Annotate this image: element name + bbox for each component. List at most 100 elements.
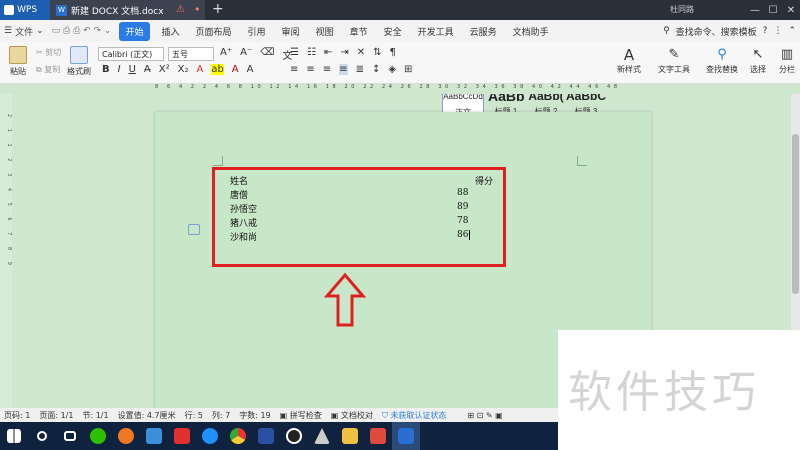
clear-format-icon[interactable]: ⌫ [260, 47, 274, 62]
maximize-icon[interactable]: ☐ [764, 5, 782, 16]
columns-label: 分栏 [779, 65, 795, 74]
tab-cloud[interactable]: 云服务 [462, 25, 505, 38]
borders-icon[interactable]: ⊞ [404, 64, 412, 75]
font-size-select[interactable]: 五号 [168, 47, 214, 61]
tab-home[interactable]: 开始 [119, 21, 150, 41]
tab-insert[interactable]: 插入 [154, 25, 188, 38]
sort-icon[interactable]: ⇅ [373, 47, 381, 58]
chrome-icon[interactable] [224, 422, 252, 450]
underline-icon[interactable]: U [129, 64, 136, 75]
align-center-icon[interactable]: ≡ [306, 64, 314, 75]
cut-button[interactable]: ✂ 剪切 [36, 47, 61, 58]
ie-browser-icon[interactable] [196, 422, 224, 450]
select-label: 选择 [750, 65, 766, 74]
start-button[interactable] [0, 422, 28, 450]
shading-icon[interactable]: ◈ [388, 64, 396, 75]
status-col[interactable]: 列: 7 [212, 410, 230, 421]
vertical-ruler[interactable]: 2 1 1 2 3 4 5 6 7 8 9 [0, 94, 12, 408]
doc-proof-button[interactable]: ▣ 文档校对 [331, 410, 373, 421]
numbering-icon[interactable]: ☷ [307, 47, 316, 58]
increase-indent-icon[interactable]: ⇥ [340, 47, 348, 58]
horizontal-ruler[interactable]: 8 6 4 2 2 4 6 8 10 12 14 16 18 20 22 24 … [0, 84, 800, 94]
columns-button[interactable]: ▥ 分栏 [774, 46, 800, 75]
taskbar-app-icon[interactable] [252, 422, 280, 450]
decrease-indent-icon[interactable]: ⇤ [324, 47, 332, 58]
view-mode-icons[interactable]: ⊞ ⊡ ✎ ▣ [467, 411, 502, 420]
taskbar-app-icon[interactable] [112, 422, 140, 450]
magnifier-icon: ⚲ [717, 47, 727, 62]
tab-review[interactable]: 审阅 [274, 25, 308, 38]
taskbar-app-icon[interactable] [168, 422, 196, 450]
status-setting[interactable]: 设置值: 4.7厘米 [118, 410, 176, 421]
taskbar-app-icon[interactable] [140, 422, 168, 450]
shrink-font-icon[interactable]: A⁻ [240, 47, 252, 62]
paste-button[interactable]: 粘贴 [4, 46, 32, 77]
scrollbar-thumb[interactable] [792, 134, 799, 294]
collapse-ribbon-icon[interactable]: ⌃ [788, 26, 796, 36]
status-page-number[interactable]: 页码: 1 [4, 410, 30, 421]
grow-font-icon[interactable]: A⁺ [220, 47, 232, 62]
align-right-icon[interactable]: ≡ [323, 64, 331, 75]
text-effect-icon[interactable]: A [196, 64, 203, 75]
tab-security[interactable]: 安全 [376, 25, 410, 38]
copy-button[interactable]: ⧉ 复制 [36, 64, 60, 75]
auth-status[interactable]: ⛉ 未获取认证状态 [382, 410, 447, 421]
task-view-icon[interactable] [56, 422, 84, 450]
distributed-icon[interactable]: ≣ [356, 64, 364, 75]
font-color-icon[interactable]: A [232, 64, 239, 75]
highlight-icon[interactable]: ab [211, 64, 224, 75]
new-style-label: 新样式 [617, 65, 641, 74]
select-button[interactable]: ↖ 选择 [746, 46, 770, 75]
show-marks-icon[interactable]: ¶ [390, 47, 396, 58]
tab-references[interactable]: 引用 [240, 25, 274, 38]
taskbar-app-icon[interactable] [308, 422, 336, 450]
tab-section[interactable]: 章节 [342, 25, 376, 38]
justify-icon[interactable]: ≡ [339, 64, 348, 75]
new-style-button[interactable]: A 新样式 [612, 46, 646, 75]
quick-access-icons[interactable]: ▭ ⎙ ⎙ ↶ ↷ ⌄ [48, 26, 116, 36]
spell-check-button[interactable]: ▣ 拼写检查 [280, 410, 322, 421]
minimize-icon[interactable]: — [746, 5, 764, 16]
search-command-box[interactable]: 查找命令、搜索模板 [676, 25, 757, 38]
search-taskbar-icon[interactable] [28, 422, 56, 450]
help-icon[interactable]: ? [763, 26, 768, 36]
char-border-icon[interactable]: A [247, 64, 254, 75]
bullets-icon[interactable]: ☰ [290, 47, 299, 58]
pdf-app-icon[interactable] [364, 422, 392, 450]
close-tab-icon[interactable]: • [194, 3, 201, 16]
bold-icon[interactable]: B [102, 64, 110, 75]
font-name-select[interactable]: Calibri (正文) [98, 47, 164, 61]
align-left-icon[interactable]: ≡ [290, 64, 298, 75]
font-style-buttons: B I U A̶ X² X₂ A ab A A [102, 64, 253, 75]
qq-icon[interactable] [280, 422, 308, 450]
tab-view[interactable]: 视图 [308, 25, 342, 38]
strikethrough-icon[interactable]: A̶ [144, 64, 151, 75]
wps-app-tab[interactable]: WPS [0, 0, 50, 20]
text-tools-button[interactable]: ✎ 文字工具 [654, 46, 694, 75]
file-menu[interactable]: ☰ 文件 ⌄ [0, 25, 48, 38]
wechat-icon[interactable] [84, 422, 112, 450]
close-window-icon[interactable]: ✕ [782, 5, 800, 16]
format-painter-button[interactable]: 格式刷 [66, 46, 92, 77]
document-tab[interactable]: W 新建 DOCX 文档.docx ⚠ • [50, 0, 205, 20]
status-section[interactable]: 节: 1/1 [82, 410, 108, 421]
superscript-icon[interactable]: X² [159, 64, 170, 75]
chinese-layout-icon[interactable]: ✕ [357, 47, 365, 58]
tab-developer[interactable]: 开发工具 [410, 25, 462, 38]
status-pages[interactable]: 页面: 1/1 [39, 410, 73, 421]
wps-taskbar-icon[interactable] [392, 422, 420, 450]
user-name[interactable]: 杜同路 [670, 4, 694, 15]
italic-icon[interactable]: I [118, 64, 121, 75]
font-size-buttons: A⁺ A⁻ ⌫ 文 [220, 47, 292, 62]
file-explorer-icon[interactable] [336, 422, 364, 450]
status-row[interactable]: 行: 5 [185, 410, 203, 421]
line-spacing-icon[interactable]: ↕ [372, 64, 380, 75]
find-replace-button[interactable]: ⚲ 查找替换 [702, 46, 742, 75]
tab-page-layout[interactable]: 页面布局 [188, 25, 240, 38]
new-tab-button[interactable]: + [212, 1, 224, 17]
subscript-icon[interactable]: X₂ [178, 64, 189, 75]
tab-doc-assistant[interactable]: 文档助手 [505, 25, 557, 38]
paste-options-icon[interactable] [188, 224, 200, 235]
more-icon[interactable]: ⋮ [773, 26, 782, 36]
status-words[interactable]: 字数: 19 [239, 410, 270, 421]
